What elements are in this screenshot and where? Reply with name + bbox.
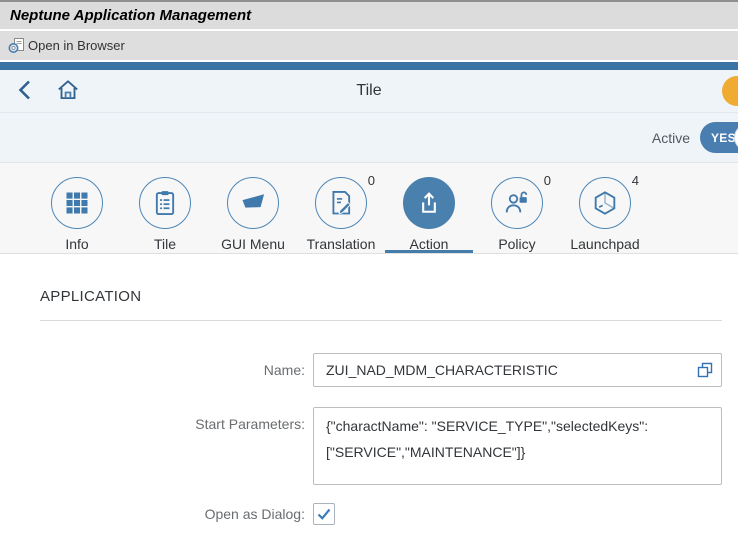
section-divider [40,320,722,321]
browser-icon [8,37,25,54]
tab-policy[interactable]: 0 Policy [473,163,561,253]
name-value: ZUI_NAD_MDM_CHARACTERISTIC [326,362,558,378]
tab-gui-menu[interactable]: GUI Menu [209,163,297,253]
form-content: APPLICATION Name: ZUI_NAD_MDM_CHARACTERI… [0,254,738,525]
start-parameters-row: Start Parameters: {"charactName": "SERVI… [40,407,722,485]
icon-tab-bar: Info Tile GUI Menu 0 Translation Action … [0,163,738,254]
tab-translation[interactable]: 0 Translation [297,163,385,253]
page-title: Tile [356,82,382,99]
home-button[interactable] [52,76,84,106]
open-as-dialog-checkbox[interactable] [313,503,335,525]
open-in-browser-button[interactable]: Open in Browser [6,35,131,56]
window-titlebar: Neptune Application Management [0,0,738,29]
open-as-dialog-label: Open as Dialog: [204,506,305,522]
section-title: APPLICATION [40,288,142,305]
hexagon-box-icon [579,177,631,229]
window-title: Neptune Application Management [10,7,252,24]
tab-action[interactable]: Action [385,163,473,253]
chevron-left-icon [18,80,30,99]
open-as-dialog-row: Open as Dialog: [40,503,722,525]
tab-label: Action [409,236,449,252]
active-row: Active YES [0,113,738,163]
clipboard-icon [139,177,191,229]
checkmark-icon [317,508,331,520]
name-input[interactable]: ZUI_NAD_MDM_CHARACTERISTIC [313,353,722,387]
tab-count: 4 [631,173,639,188]
home-icon [58,79,78,99]
gui-menu-icon [227,177,279,229]
name-label: Name: [263,362,305,378]
share-icon [403,177,455,229]
tab-label: Info [65,236,89,252]
tab-count: 0 [543,173,551,188]
open-in-browser-label: Open in Browser [28,38,125,53]
tab-count: 0 [367,173,375,188]
tab-launchpad[interactable]: 4 Launchpad [561,163,649,253]
avatar[interactable] [722,76,738,106]
back-button[interactable] [12,76,40,106]
start-parameters-label: Start Parameters: [195,416,305,432]
grid-icon [51,177,103,229]
tab-tile[interactable]: Tile [121,163,209,253]
active-toggle[interactable]: YES [700,122,738,153]
person-unlock-icon [491,177,543,229]
navigation-bar: Tile [0,70,738,113]
tab-label: Launchpad [570,236,640,252]
tab-label: Policy [498,236,536,252]
value-help-icon[interactable] [697,362,713,378]
start-parameters-textarea[interactable]: {"charactName": "SERVICE_TYPE","selected… [313,407,722,485]
toggle-knob-icon [734,124,738,151]
active-toggle-value: YES [711,130,736,145]
tab-info[interactable]: Info [33,163,121,253]
active-label: Active [651,129,690,146]
header-accent-bar [0,62,738,70]
name-row: Name: ZUI_NAD_MDM_CHARACTERISTIC [40,353,722,387]
gui-toolbar: Open in Browser [0,31,738,60]
document-edit-icon [315,177,367,229]
tab-label: Tile [153,236,177,252]
app-window: Neptune Application Management Open in B… [0,0,738,548]
tab-label: Translation [306,236,376,252]
tab-label: GUI Menu [221,236,285,252]
